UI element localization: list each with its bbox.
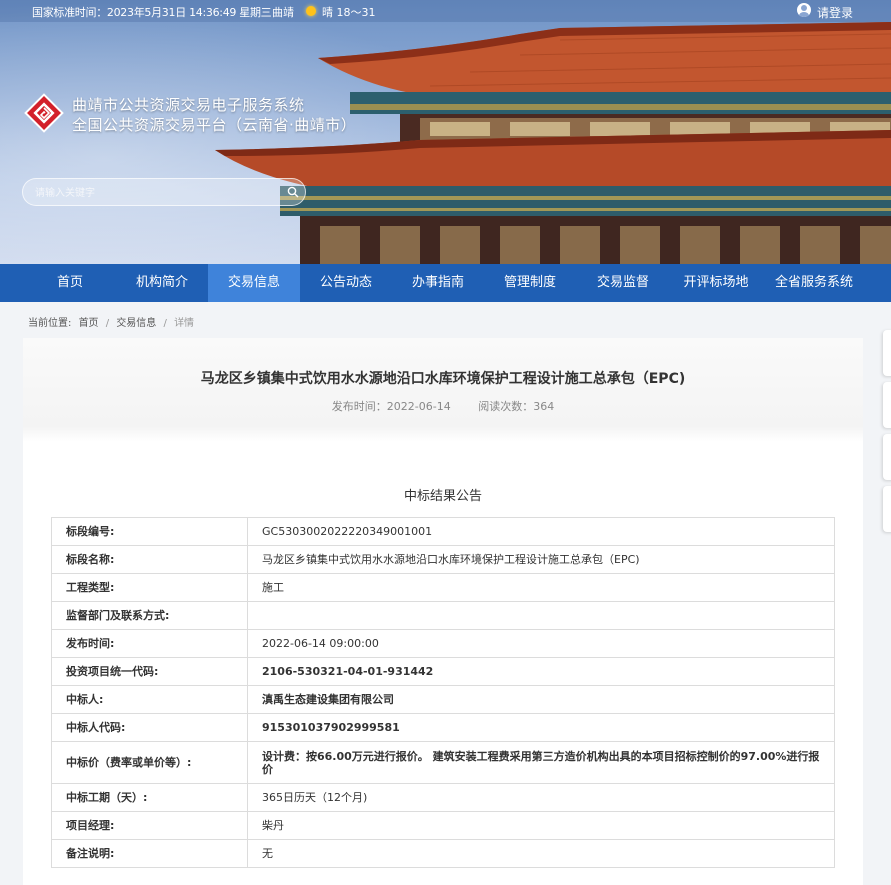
- row-value: 无: [247, 839, 835, 868]
- article-title: 马龙区乡镇集中式饮用水水源地沿口水库环境保护工程设计施工总承包（EPC): [200, 371, 686, 387]
- article-panel: 马龙区乡镇集中式饮用水水源地沿口水库环境保护工程设计施工总承包（EPC) 发布时…: [23, 338, 863, 885]
- table-row: 中标工期（天）: 365日历天（12个月): [51, 783, 835, 812]
- nav-item-regulations[interactable]: 管理制度: [484, 264, 576, 302]
- row-value: 滇禹生态建设集团有限公司: [247, 685, 835, 714]
- award-info-table: 标段编号: GC5303002022220349001001 标段名称: 马龙区…: [51, 517, 835, 868]
- article-meta: 发布时间：2022-06-14 阅读次数：364: [23, 398, 863, 414]
- row-label: 中标人代码:: [51, 713, 248, 742]
- table-row: 监督部门及联系方式:: [51, 601, 835, 630]
- row-label: 工程类型:: [51, 573, 248, 602]
- nav-item-about[interactable]: 机构简介: [116, 264, 208, 302]
- side-tab[interactable]: [883, 434, 891, 480]
- search-icon[interactable]: [287, 186, 299, 198]
- row-value: 设计费：按66.00万元进行报价。 建筑安装工程费采用第三方造价机构出具的本项目…: [247, 741, 835, 784]
- row-label: 标段名称:: [51, 545, 248, 574]
- breadcrumb-label: 当前位置:: [28, 318, 72, 329]
- row-value: 柴丹: [247, 811, 835, 840]
- search-input[interactable]: [35, 185, 275, 201]
- nav-item-supervision[interactable]: 交易监督: [576, 264, 670, 302]
- site-title-secondary: 全国公共资源交易平台（云南省·曲靖市）: [72, 116, 357, 134]
- login-link[interactable]: 请登录: [817, 4, 853, 21]
- table-row: 投资项目统一代码: 2106-530321-04-01-931442: [51, 657, 835, 686]
- notice-title: 中标结果公告: [403, 489, 482, 504]
- nav-item-guide[interactable]: 办事指南: [392, 264, 484, 302]
- user-icon[interactable]: [797, 3, 811, 17]
- nav-item-announcements[interactable]: 公告动态: [300, 264, 392, 302]
- row-value: 马龙区乡镇集中式饮用水水源地沿口水库环境保护工程设计施工总承包（EPC): [247, 545, 835, 574]
- table-row: 发布时间: 2022-06-14 09:00:00: [51, 629, 835, 658]
- breadcrumb-trading-info[interactable]: 交易信息: [116, 318, 156, 329]
- table-row: 标段名称: 马龙区乡镇集中式饮用水水源地沿口水库环境保护工程设计施工总承包（EP…: [51, 545, 835, 574]
- side-tab[interactable]: [883, 382, 891, 428]
- row-label: 投资项目统一代码:: [51, 657, 248, 686]
- breadcrumb-current: 详情: [174, 318, 195, 329]
- row-label: 中标工期（天）:: [51, 783, 248, 812]
- table-row: 中标价（费率或单价等）: 设计费：按66.00万元进行报价。 建筑安装工程费采用…: [51, 741, 835, 784]
- breadcrumb-home[interactable]: 首页: [79, 318, 99, 329]
- row-label: 备注说明:: [51, 839, 248, 868]
- nav-item-venue[interactable]: 开评标场地: [670, 264, 762, 302]
- row-value: 365日历天（12个月): [247, 783, 835, 812]
- publish-date: 发布时间：2022-06-14: [331, 400, 451, 413]
- side-tab[interactable]: [883, 330, 891, 376]
- weather-city: 曲靖: [272, 6, 294, 19]
- table-row: 标段编号: GC5303002022220349001001: [51, 517, 835, 546]
- row-value: 施工: [247, 573, 835, 602]
- table-row: 工程类型: 施工: [51, 573, 835, 602]
- row-value: 2106-530321-04-01-931442: [247, 657, 835, 686]
- nav-item-trading-info[interactable]: 交易信息: [208, 264, 300, 302]
- standard-time: 国家标准时间：2023年5月31日 14:36:49 星期三: [32, 6, 272, 19]
- breadcrumb: 当前位置: 首页 / 交易信息 / 详情: [28, 314, 194, 329]
- row-label: 项目经理:: [51, 811, 248, 840]
- table-row: 项目经理: 柴丹: [51, 811, 835, 840]
- breadcrumb-separator: /: [105, 318, 110, 329]
- site-logo-icon[interactable]: [24, 93, 64, 133]
- site-title-primary: 曲靖市公共资源交易电子服务系统: [72, 96, 305, 114]
- sun-icon: [306, 6, 316, 16]
- table-row: 备注说明: 无: [51, 839, 835, 868]
- view-count: 阅读次数：364: [478, 400, 555, 413]
- article-header: 马龙区乡镇集中式饮用水水源地沿口水库环境保护工程设计施工总承包（EPC) 发布时…: [23, 338, 863, 442]
- table-row: 中标人代码: 915301037902999581: [51, 713, 835, 742]
- main-nav: 首页 机构简介 交易信息 公告动态 办事指南 管理制度 交易监督 开评标场地 全…: [0, 264, 891, 302]
- nav-item-home[interactable]: 首页: [24, 264, 116, 302]
- row-label: 监督部门及联系方式:: [51, 601, 248, 630]
- table-row: 中标人: 滇禹生态建设集团有限公司: [51, 685, 835, 714]
- nav-item-province-system[interactable]: 全省服务系统: [762, 264, 866, 302]
- row-label: 中标价（费率或单价等）:: [51, 741, 248, 784]
- breadcrumb-separator: /: [163, 318, 167, 329]
- row-value: 915301037902999581: [247, 713, 835, 742]
- row-value: [247, 601, 835, 630]
- weather-text: 晴 18～31: [322, 6, 376, 19]
- header-banner: 国家标准时间：2023年5月31日 14:36:49 星期三 曲靖 晴 18～3…: [0, 0, 891, 264]
- row-label: 发布时间:: [51, 629, 248, 658]
- side-tab[interactable]: [883, 486, 891, 532]
- row-value: 2022-06-14 09:00:00: [247, 629, 835, 658]
- search-box: [22, 178, 306, 206]
- row-label: 标段编号:: [51, 517, 248, 546]
- row-value: GC5303002022220349001001: [247, 517, 835, 546]
- row-label: 中标人:: [51, 685, 248, 714]
